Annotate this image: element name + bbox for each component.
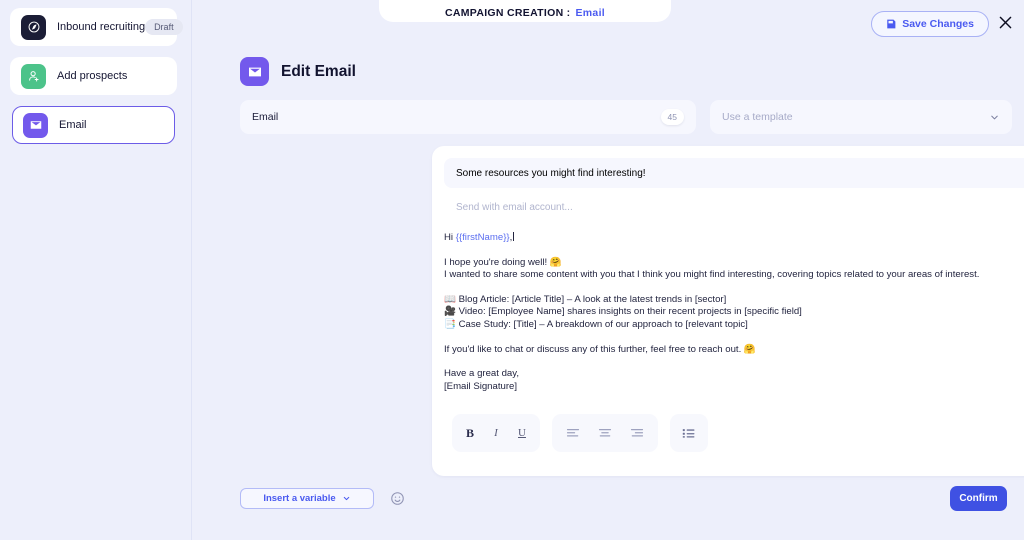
body-bullet-2: 🎥 Video: [Employee Name] shares insights…: [444, 306, 802, 318]
formatting-toolbar: B I U: [452, 414, 708, 452]
underline-button[interactable]: U: [510, 420, 534, 446]
main-content: Edit Email Email 45 Use a template Some …: [192, 0, 1024, 540]
subject-value: Some resources you might find interestin…: [456, 167, 646, 179]
app-root: CAMPAIGN CREATION : Email Save Changes I…: [0, 0, 1024, 540]
body-line-1: I hope you're doing well! 🤗: [444, 256, 562, 268]
insert-variable-label: Insert a variable: [263, 493, 336, 504]
email-editor-card: Some resources you might find interestin…: [432, 146, 1024, 476]
text-style-group: B I U: [452, 414, 540, 452]
template-select[interactable]: Use a template: [710, 100, 1012, 134]
body-line-3: If you'd like to chat or discuss any of …: [444, 343, 756, 355]
alignment-group: [552, 414, 658, 452]
sidebar-item-inbound-recruiting[interactable]: Inbound recruiting Draft: [10, 8, 183, 46]
align-center-icon[interactable]: [593, 420, 617, 446]
list-group: [670, 414, 708, 452]
body-bullet-1: 📖 Blog Article: [Article Title] – A look…: [444, 293, 727, 305]
sidebar-item-label: Inbound recruiting: [57, 21, 146, 33]
sidebar-item-email[interactable]: Email: [12, 106, 175, 144]
body-greeting: Hi {{firstName}},: [444, 232, 515, 243]
sidebar-item-label: Email: [59, 119, 87, 131]
page-header: Edit Email: [240, 57, 356, 86]
body-line-2: I wanted to share some content with you …: [444, 269, 980, 281]
template-placeholder: Use a template: [722, 111, 793, 123]
email-account-select[interactable]: Send with email account...: [444, 194, 1024, 220]
text-caret: [513, 232, 515, 241]
chevron-down-icon: [989, 112, 1000, 123]
page-title: Edit Email: [281, 62, 356, 80]
align-left-icon[interactable]: [561, 420, 585, 446]
align-right-icon[interactable]: [625, 420, 649, 446]
step-name-input[interactable]: Email 45: [240, 100, 696, 134]
add-person-icon: [21, 63, 46, 89]
envelope-icon: [240, 57, 269, 86]
step-name-counter: 45: [660, 109, 684, 125]
bullet-list-icon[interactable]: [677, 420, 701, 446]
smiley-icon[interactable]: [390, 491, 405, 506]
status-badge: Draft: [145, 19, 183, 35]
compass-icon: [21, 14, 46, 40]
bold-button[interactable]: B: [458, 420, 482, 446]
insert-variable-button[interactable]: Insert a variable: [240, 488, 374, 509]
email-body-editor[interactable]: Hi {{firstName}}, I hope you're doing we…: [444, 232, 1024, 393]
subject-input[interactable]: Some resources you might find interestin…: [444, 158, 1024, 188]
chevron-down-icon: [342, 494, 351, 503]
step-name-value: Email: [252, 111, 279, 123]
body-signoff-2: [Email Signature]: [444, 380, 518, 392]
envelope-icon: [23, 112, 48, 138]
italic-button[interactable]: I: [484, 420, 508, 446]
top-controls-row: Email 45 Use a template: [240, 100, 1012, 134]
body-variable-firstname: {{firstName}}: [455, 232, 510, 243]
body-signoff-1: Have a great day,: [444, 368, 520, 380]
sidebar-item-label: Add prospects: [57, 70, 128, 82]
sidebar: Inbound recruiting Draft Add prospects E…: [0, 0, 192, 540]
sidebar-item-add-prospects[interactable]: Add prospects: [10, 57, 177, 95]
email-account-placeholder: Send with email account...: [456, 201, 573, 213]
body-bullet-3: 📑 Case Study: [Title] – A breakdown of o…: [444, 318, 748, 330]
confirm-button[interactable]: Confirm: [950, 486, 1007, 511]
